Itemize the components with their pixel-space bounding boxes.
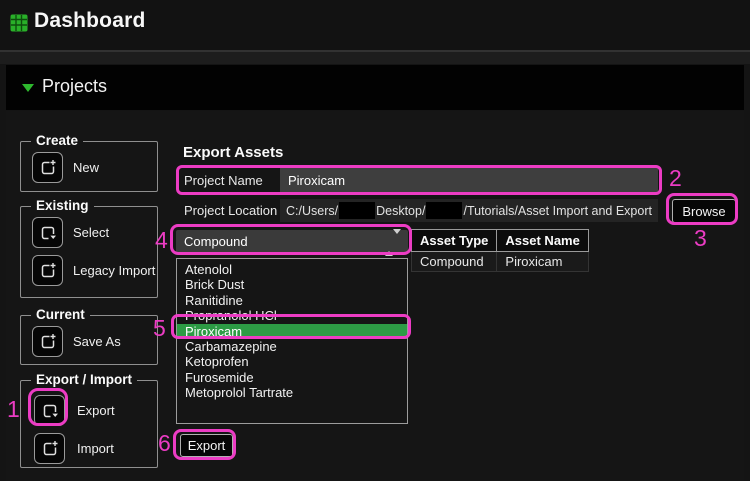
- app-window: Dashboard Projects Create New Existing: [0, 0, 750, 481]
- path-segment-2: Desktop/: [376, 204, 425, 218]
- collapse-triangle-icon: [22, 84, 34, 92]
- export-project-icon: [40, 401, 60, 421]
- group-current-legend: Current: [31, 307, 90, 322]
- export-project-button[interactable]: [34, 395, 65, 426]
- export-assets-heading: Export Assets: [183, 144, 283, 161]
- group-create: Create New: [20, 141, 158, 192]
- table-row: Compound Piroxicam: [412, 252, 589, 272]
- asset-table-cell-type: Compound: [412, 252, 497, 272]
- group-existing: Existing Select Legacy Impor: [20, 206, 158, 298]
- save-as-button[interactable]: [32, 326, 63, 357]
- projects-section-title: Projects: [42, 76, 107, 97]
- redaction-block: [339, 202, 375, 219]
- legacy-import-icon: [38, 261, 58, 281]
- asset-table: Asset Type Asset Name Compound Piroxicam: [411, 229, 589, 272]
- group-current: Current Save As: [20, 315, 158, 365]
- annotation-number-6: 6: [158, 432, 171, 455]
- select-project-button[interactable]: [32, 217, 63, 248]
- annotation-number-2: 2: [669, 167, 682, 190]
- legacy-import-button[interactable]: [32, 255, 63, 286]
- browse-button[interactable]: Browse: [672, 199, 736, 223]
- list-item[interactable]: Metoprolol Tartrate: [177, 385, 407, 400]
- save-as-label: Save As: [73, 334, 121, 349]
- import-project-icon: [40, 439, 60, 459]
- export-button[interactable]: Export: [180, 434, 233, 457]
- group-existing-legend: Existing: [31, 198, 94, 213]
- list-item[interactable]: Ketoprofen: [177, 354, 407, 369]
- legacy-import-label: Legacy Import: [73, 263, 155, 278]
- asset-type-dropdown-value: Compound: [176, 234, 248, 249]
- project-name-label: Project Name: [184, 173, 263, 188]
- dashboard-grid-icon: [10, 14, 28, 32]
- new-project-button[interactable]: [32, 152, 63, 183]
- select-project-icon: [38, 223, 58, 243]
- list-item-selected[interactable]: Piroxicam: [177, 324, 407, 339]
- list-item[interactable]: Carbamazepine: [177, 339, 407, 354]
- asset-list: Atenolol Brick Dust Ranitidine Propranol…: [176, 258, 408, 424]
- path-segment-1: C:/Users/: [286, 204, 338, 218]
- annotation-number-1: 1: [7, 398, 20, 421]
- list-item[interactable]: Brick Dust: [177, 277, 407, 292]
- annotation-number-3: 3: [694, 227, 707, 250]
- asset-table-header-type: Asset Type: [412, 230, 497, 252]
- group-create-legend: Create: [31, 133, 83, 148]
- project-location-field[interactable]: C:/Users/Desktop/ /Tutorials/Asset Import…: [280, 199, 658, 222]
- asset-table-cell-name: Piroxicam: [497, 252, 588, 272]
- save-as-icon: [38, 332, 58, 352]
- asset-type-dropdown[interactable]: Compound: [176, 230, 408, 253]
- list-item[interactable]: Ranitidine: [177, 293, 407, 308]
- header-strip: [0, 52, 750, 64]
- projects-panel: Create New Existing: [6, 111, 744, 481]
- new-project-icon: [38, 158, 58, 178]
- new-project-label: New: [73, 160, 99, 175]
- redaction-block: [426, 202, 462, 219]
- list-item[interactable]: Furosemide: [177, 370, 407, 385]
- import-project-label: Import: [77, 441, 114, 456]
- page-title: Dashboard: [34, 9, 146, 33]
- list-item[interactable]: Atenolol: [177, 262, 407, 277]
- group-export-import: Export / Import Export Impor: [20, 380, 158, 468]
- list-item[interactable]: Propranolol HCl: [177, 308, 407, 323]
- project-location-label: Project Location: [184, 203, 277, 218]
- annotation-number-5: 5: [153, 317, 166, 340]
- path-segment-3: /Tutorials/Asset Import and Export: [463, 204, 652, 218]
- dropdown-spinner-icon: [385, 234, 401, 252]
- project-name-input[interactable]: [280, 168, 658, 192]
- export-project-label: Export: [77, 403, 115, 418]
- import-project-button[interactable]: [34, 433, 65, 464]
- group-export-import-legend: Export / Import: [31, 372, 137, 387]
- projects-section-header[interactable]: Projects: [6, 65, 744, 110]
- select-project-label: Select: [73, 225, 109, 240]
- top-header: Dashboard: [0, 0, 750, 50]
- annotation-number-4: 4: [155, 229, 168, 252]
- asset-table-header-name: Asset Name: [497, 230, 588, 252]
